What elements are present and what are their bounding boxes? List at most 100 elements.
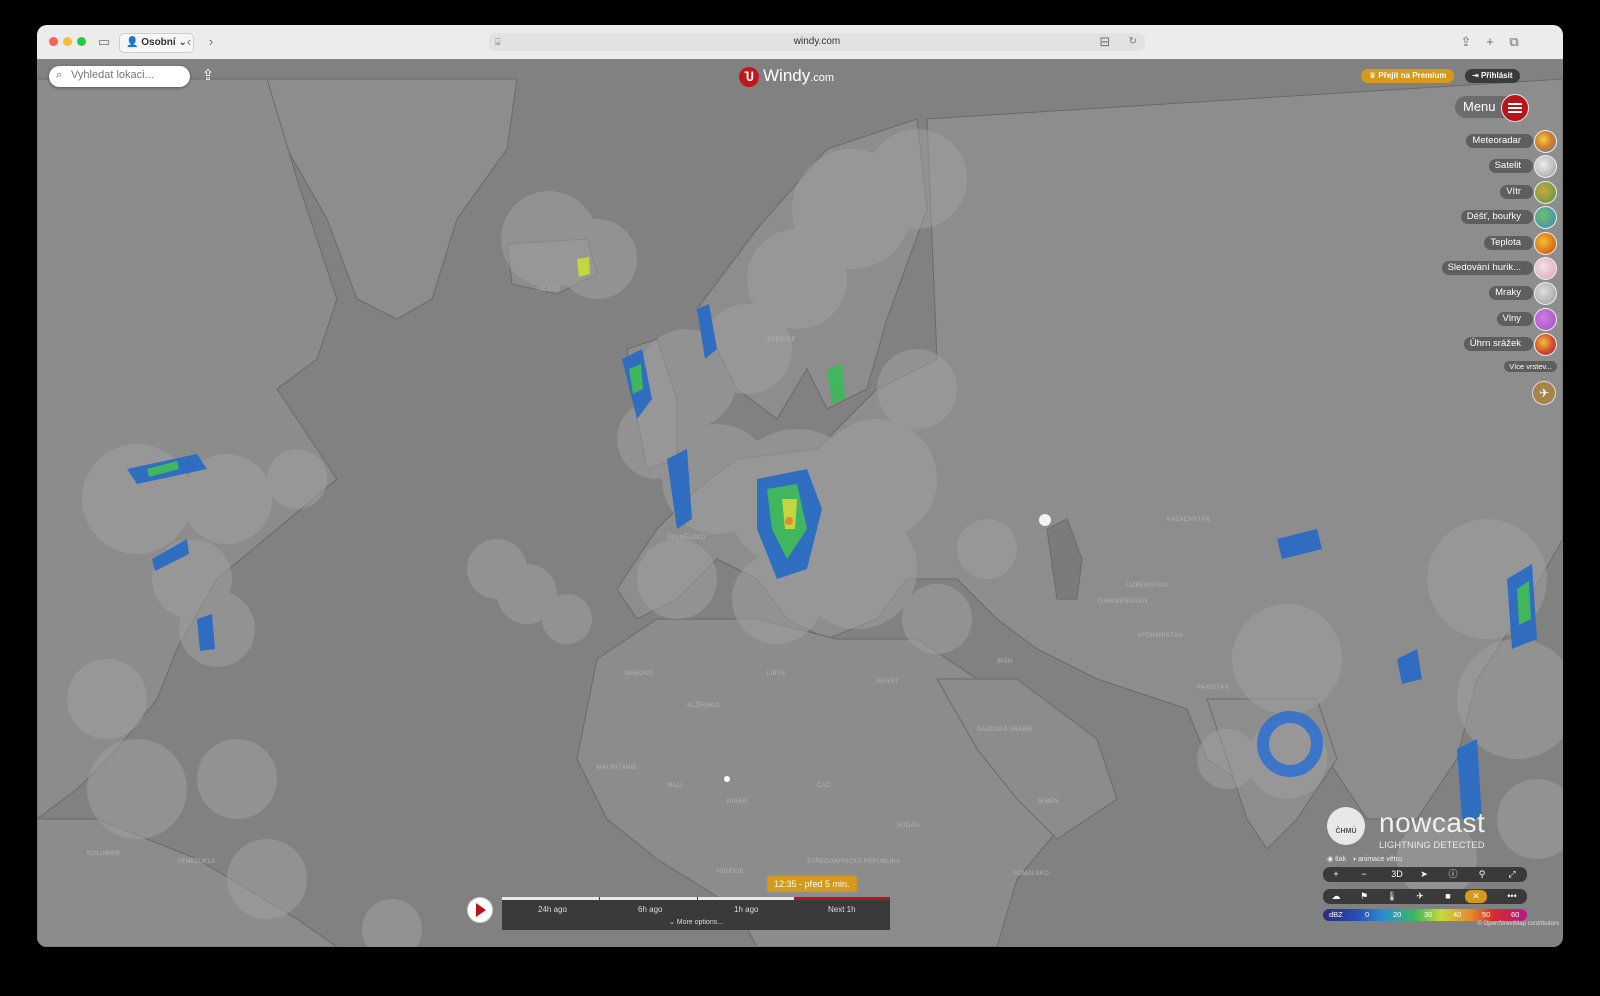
layer-vitr[interactable]: Vítr <box>1427 180 1557 205</box>
map-credits[interactable]: © OpenStreetMap contributors <box>1478 921 1559 927</box>
precipitation-layer-icon <box>1534 333 1557 357</box>
map-label: Egypt <box>877 679 899 685</box>
clouds-layer-icon <box>1534 282 1557 306</box>
layer-list: Meteoradar Satelit Vítr Déšť, bouřky Tep… <box>1427 129 1557 358</box>
hurricane-layer-icon <box>1534 256 1557 280</box>
map-label: Maroko <box>625 671 654 677</box>
legend-unit: dBZ <box>1329 910 1343 919</box>
map-label: Afghánistán <box>1137 633 1183 639</box>
more-layers-button[interactable]: Více vrstev... <box>1504 361 1557 372</box>
wind-layer-icon <box>1534 180 1557 204</box>
zoom-out-button[interactable]: − <box>1355 868 1373 881</box>
weather-icon[interactable]: ☁ <box>1327 890 1345 903</box>
chmu-logo: ČHMÚ <box>1327 807 1365 845</box>
nowcast-badge[interactable]: ČHMÚ nowcast LIGHTNING DETECTED <box>1325 799 1505 859</box>
legend-tick: 40 <box>1453 910 1462 919</box>
share-map-icon[interactable]: ⇪ <box>198 66 218 86</box>
more-options-label: More options... <box>676 919 724 926</box>
wind-animation-toggle[interactable]: ◑ animace větru <box>1352 856 1402 863</box>
legend-tick: 20 <box>1393 910 1402 919</box>
address-bar[interactable]: ⌸ windy.com ↻ <box>489 33 1145 51</box>
legend-tick: 60 <box>1511 910 1520 919</box>
layer-label: Satelit <box>1488 159 1533 174</box>
weather-map[interactable]: Island Sverige Kazachstan Turkmenistan U… <box>37 59 1563 947</box>
sidebar-toggle-icon[interactable]: ▭ <box>97 32 111 52</box>
new-tab-icon[interactable]: + <box>1483 32 1497 52</box>
current-time-badge[interactable]: 12:35 - před 5 min. <box>767 876 857 892</box>
timeline[interactable]: 24h ago 6h ago 1h ago Next 1h ⌄ More opt… <box>502 897 890 930</box>
3d-button[interactable]: 3D <box>1385 868 1409 881</box>
reload-icon[interactable]: ↻ <box>1129 33 1137 51</box>
locate-icon[interactable]: ➤ <box>1415 868 1433 881</box>
reader-icon[interactable]: ⊟ <box>1097 32 1113 52</box>
windy-logo-icon: Ⴎ <box>739 66 759 87</box>
page-info-icon[interactable]: ⌸ <box>495 33 500 51</box>
more-options-link[interactable]: ⌄ More options... <box>502 918 890 926</box>
info-icon[interactable]: ⓘ <box>1444 868 1462 881</box>
play-button[interactable] <box>467 897 493 923</box>
back-icon[interactable]: ‹ <box>183 32 195 52</box>
timeline-tick <box>599 897 600 900</box>
minimize-window-button[interactable] <box>63 37 72 46</box>
map-label: Venezuela <box>177 859 216 865</box>
close-window-button[interactable] <box>49 37 58 46</box>
browser-window: ▭ 👤 Osobní ⌄ ‹ › ⌸ windy.com ↻ ⊟ ⇪ + ⧉ I… <box>37 25 1563 947</box>
layer-rain-thunder[interactable]: Déšť, bouřky <box>1427 205 1557 230</box>
map-label: Alžírsko <box>687 703 720 709</box>
lightning-icon[interactable]: ✕ <box>1465 890 1487 903</box>
layer-clouds[interactable]: Mraky <box>1427 281 1557 306</box>
camera-icon[interactable]: ■ <box>1439 890 1457 903</box>
rain-layer-icon <box>1534 206 1557 230</box>
flight-icon[interactable]: ✈ <box>1411 890 1429 903</box>
flag-icon[interactable]: ⚑ <box>1355 890 1373 903</box>
map-label: Kolumbie <box>87 851 121 857</box>
windy-logo[interactable]: Ⴎ Windy.com <box>739 64 834 88</box>
fullscreen-icon[interactable]: ⤢ <box>1503 868 1521 881</box>
nowcast-title: nowcast <box>1379 807 1486 838</box>
map-label: Jemen <box>1037 799 1059 805</box>
airplane-icon[interactable]: ✈ <box>1532 381 1556 405</box>
hamburger-icon <box>1501 94 1529 122</box>
thermometer-icon[interactable]: 🌡 <box>1383 890 1401 903</box>
premium-label: Přejít na Premium <box>1378 71 1447 80</box>
layer-meteoradar[interactable]: Meteoradar <box>1427 129 1557 154</box>
animation-label: animace větru <box>1358 856 1402 863</box>
pin-icon[interactable]: ⚲ <box>1473 868 1491 881</box>
map-label: Středoafrická republika <box>807 859 901 865</box>
map-label: Súdán <box>897 823 920 829</box>
premium-button[interactable]: ♛ Přejít na Premium <box>1361 69 1455 83</box>
layer-precip-total[interactable]: Úhrn srážek <box>1427 332 1557 357</box>
timeline-future-bar <box>794 897 890 900</box>
layer-temperature[interactable]: Teplota <box>1427 231 1557 256</box>
url-text: windy.com <box>793 36 841 47</box>
map-label: Niger <box>727 799 748 805</box>
more-icon[interactable]: ••• <box>1503 890 1521 903</box>
map-label: Nigérie <box>717 869 744 875</box>
map-label: Írán <box>997 659 1013 665</box>
map-label: Libye <box>767 671 786 677</box>
map-label: Španělsko <box>667 535 706 541</box>
forward-icon[interactable]: › <box>205 32 217 52</box>
legend-tick: 50 <box>1482 910 1491 919</box>
timeline-label: 24h ago <box>538 905 567 914</box>
play-icon <box>476 903 486 917</box>
zoom-window-button[interactable] <box>77 37 86 46</box>
overlay-controls-row: ☁ ⚑ 🌡 ✈ ■ ✕ ••• <box>1323 889 1527 904</box>
temperature-layer-icon <box>1534 231 1557 255</box>
layer-hurricane[interactable]: Sledování hurik... <box>1427 256 1557 281</box>
tab-overview-icon[interactable]: ⧉ <box>1507 32 1521 52</box>
layer-waves[interactable]: Vlny <box>1427 307 1557 332</box>
map-label: Sverige <box>767 337 796 343</box>
location-search[interactable]: ⌕ <box>49 66 190 87</box>
map-label: Saúdská Arábie <box>977 727 1034 733</box>
login-button[interactable]: ⇥ Přihlásit <box>1465 69 1520 83</box>
layer-satelit[interactable]: Satelit <box>1427 154 1557 179</box>
search-icon: ⌕ <box>56 69 63 81</box>
layer-label: Vítr <box>1500 184 1533 199</box>
menu-button[interactable]: Menu <box>1455 94 1529 122</box>
pressure-toggle[interactable]: ◉ tlak <box>1327 856 1346 863</box>
share-icon[interactable]: ⇪ <box>1459 32 1473 52</box>
search-input[interactable] <box>69 68 188 82</box>
zoom-in-button[interactable]: + <box>1327 868 1345 881</box>
dbz-legend: dBZ 0 20 30 40 50 60 <box>1323 909 1527 921</box>
